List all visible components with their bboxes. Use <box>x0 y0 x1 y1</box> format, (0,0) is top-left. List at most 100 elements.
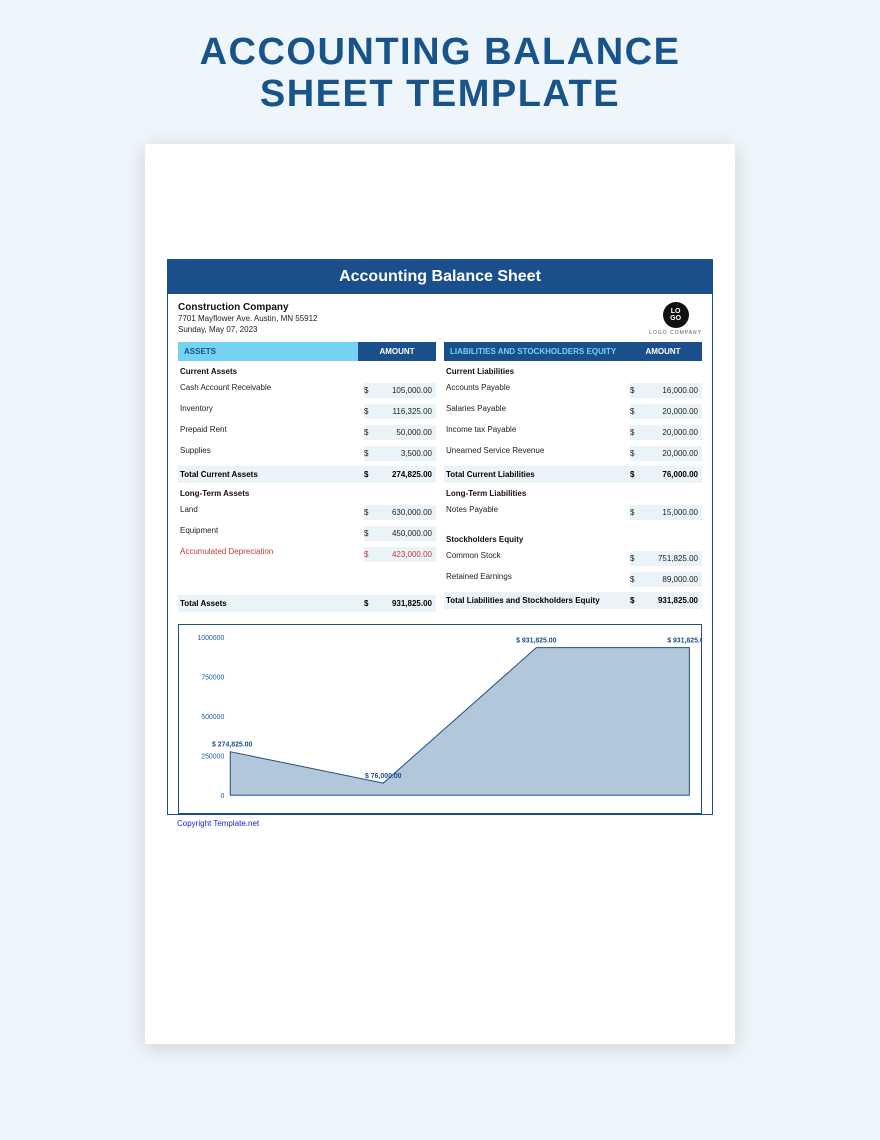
svg-text:0: 0 <box>220 793 224 800</box>
table-row: Notes Payable$15,000.00 <box>444 502 702 523</box>
row-label: Unearned Service Revenue <box>444 446 630 461</box>
row-value: 630,000.00 <box>376 505 436 520</box>
total-liab-equity-row: Total Liabilities and Stockholders Equit… <box>444 592 702 609</box>
currency-symbol: $ <box>630 404 642 419</box>
row-value: 751,825.00 <box>642 551 702 566</box>
current-assets-title: Current Assets <box>178 361 436 380</box>
company-name: Construction Company <box>178 302 318 313</box>
document-card: Accounting Balance Sheet Construction Co… <box>145 144 735 1044</box>
page-title: ACCOUNTING BALANCE SHEET TEMPLATE <box>0 0 880 116</box>
currency-symbol: $ <box>364 404 376 419</box>
row-label: Salaries Payable <box>444 404 630 419</box>
total-current-assets-value: 274,825.00 <box>376 470 436 479</box>
currency-symbol: $ <box>364 505 376 520</box>
chart-box: 0 250000 500000 750000 1000000 $ 274,825.00 $ … <box>178 624 702 814</box>
liab-header: LIABILITIES AND STOCKHOLDERS EQUITY <box>444 342 624 361</box>
row-value: 423,000.00 <box>376 547 436 562</box>
row-label: Prepaid Rent <box>178 425 364 440</box>
total-assets-value: 931,825.00 <box>376 599 436 608</box>
company-block: Construction Company 7701 Mayflower Ave.… <box>178 302 318 335</box>
table-row: Income tax Payable$20,000.00 <box>444 422 702 443</box>
row-label: Land <box>178 505 364 520</box>
svg-text:250000: 250000 <box>201 753 224 760</box>
row-label: Income tax Payable <box>444 425 630 440</box>
total-current-liab-value: 76,000.00 <box>642 470 702 479</box>
equity-title: Stockholders Equity <box>444 529 702 548</box>
currency-symbol: $ <box>630 505 642 520</box>
row-value: 50,000.00 <box>376 425 436 440</box>
table-row: Prepaid Rent$50,000.00 <box>178 422 436 443</box>
assets-header: ASSETS <box>178 342 358 361</box>
currency-symbol: $ <box>630 383 642 398</box>
total-assets-row: Total Assets $ 931,825.00 <box>178 595 436 612</box>
table-row: Unearned Service Revenue$20,000.00 <box>444 443 702 464</box>
page-title-line2: SHEET TEMPLATE <box>0 74 880 116</box>
row-label: Notes Payable <box>444 505 630 520</box>
row-label: Common Stock <box>444 551 630 566</box>
currency-symbol: $ <box>630 470 642 479</box>
logo-icon: LO GO <box>663 302 689 328</box>
currency-symbol: $ <box>364 383 376 398</box>
row-value: 20,000.00 <box>642 446 702 461</box>
assets-header-row: ASSETS AMOUNT <box>178 342 436 361</box>
currency-symbol: $ <box>630 551 642 566</box>
document-inner: Accounting Balance Sheet Construction Co… <box>167 259 713 815</box>
svg-text:$ 931,825.00: $ 931,825.00 <box>516 637 556 644</box>
row-value: 450,000.00 <box>376 526 436 541</box>
assets-amount-header: AMOUNT <box>358 342 436 361</box>
company-address: 7701 Mayflower Ave. Austin, MN 55912 <box>178 313 318 324</box>
row-label: Supplies <box>178 446 364 461</box>
liabilities-column: LIABILITIES AND STOCKHOLDERS EQUITY AMOU… <box>444 342 702 612</box>
logo-badge: LO GO LOGO COMPANY <box>649 302 702 336</box>
table-row: Salaries Payable$20,000.00 <box>444 401 702 422</box>
assets-column: ASSETS AMOUNT Current Assets Cash Accoun… <box>178 342 436 612</box>
footer-link[interactable]: Copyright Template.net <box>167 815 713 828</box>
total-current-liab-label: Total Current Liabilities <box>444 470 630 479</box>
longterm-assets-title: Long-Term Assets <box>178 483 436 502</box>
longterm-liab-title: Long-Term Liabilities <box>444 483 702 502</box>
logo-subtext: LOGO COMPANY <box>649 330 702 336</box>
balance-chart: 0 250000 500000 750000 1000000 $ 274,825.00 $ … <box>179 625 701 813</box>
logo-text-bottom: GO <box>670 315 681 322</box>
currency-symbol: $ <box>630 572 642 587</box>
svg-text:750000: 750000 <box>201 674 224 681</box>
row-label: Accounts Payable <box>444 383 630 398</box>
liab-amount-header: AMOUNT <box>624 342 702 361</box>
svg-text:$ 76,000.00: $ 76,000.00 <box>365 773 402 780</box>
table-row: Retained Earnings$89,000.00 <box>444 569 702 590</box>
row-value: 20,000.00 <box>642 425 702 440</box>
row-label: Cash Account Receivable <box>178 383 364 398</box>
table-row: Cash Account Receivable$105,000.00 <box>178 380 436 401</box>
row-label: Retained Earnings <box>444 572 630 587</box>
row-value: 116,325.00 <box>376 404 436 419</box>
table-row: Equipment$450,000.00 <box>178 523 436 544</box>
liab-header-row: LIABILITIES AND STOCKHOLDERS EQUITY AMOU… <box>444 342 702 361</box>
svg-text:$ 274,825.00: $ 274,825.00 <box>212 741 252 748</box>
row-label: Equipment <box>178 526 364 541</box>
tables-wrap: ASSETS AMOUNT Current Assets Cash Accoun… <box>168 342 712 620</box>
total-current-assets-row: Total Current Assets $ 274,825.00 <box>178 466 436 483</box>
page-title-line1: ACCOUNTING BALANCE <box>0 32 880 74</box>
table-row: Common Stock$751,825.00 <box>444 548 702 569</box>
total-liab-equity-label: Total Liabilities and Stockholders Equit… <box>444 596 630 605</box>
company-date: Sunday, May 07, 2023 <box>178 324 318 335</box>
currency-symbol: $ <box>630 425 642 440</box>
row-value: 89,000.00 <box>642 572 702 587</box>
total-current-assets-label: Total Current Assets <box>178 470 364 479</box>
company-row: Construction Company 7701 Mayflower Ave.… <box>168 294 712 342</box>
table-row: Accounts Payable$16,000.00 <box>444 380 702 401</box>
row-label: Inventory <box>178 404 364 419</box>
currency-symbol: $ <box>364 446 376 461</box>
currency-symbol: $ <box>630 446 642 461</box>
total-current-liab-row: Total Current Liabilities $ 76,000.00 <box>444 466 702 483</box>
row-value: 105,000.00 <box>376 383 436 398</box>
svg-text:$ 931,825.00: $ 931,825.00 <box>667 637 701 644</box>
doc-header: Accounting Balance Sheet <box>168 260 712 294</box>
currency-symbol: $ <box>364 547 376 562</box>
currency-symbol: $ <box>364 425 376 440</box>
svg-text:1000000: 1000000 <box>197 634 224 641</box>
svg-text:500000: 500000 <box>201 714 224 721</box>
total-assets-label: Total Assets <box>178 599 364 608</box>
currency-symbol: $ <box>364 470 376 479</box>
table-row: Accumulated Depreciation$423,000.00 <box>178 544 436 565</box>
